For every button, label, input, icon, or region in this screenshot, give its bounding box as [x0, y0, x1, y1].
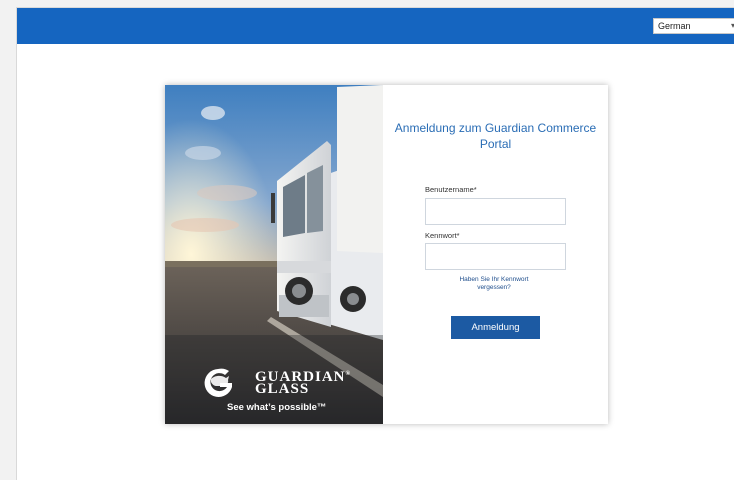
top-navigation-bar: German ▾	[17, 8, 734, 44]
forgot-password-link[interactable]: Haben Sie Ihr Kennwort vergessen?	[445, 276, 543, 292]
login-button[interactable]: Anmeldung	[451, 316, 540, 339]
language-select[interactable]: German ▾	[653, 18, 734, 34]
username-label: Benutzername*	[425, 185, 477, 194]
guardian-glass-brand: GUARDIAN® GLASS See what’s possible™	[191, 367, 381, 417]
username-input[interactable]	[425, 198, 566, 225]
login-card: GUARDIAN® GLASS See what’s possible™ Anm…	[165, 85, 608, 424]
login-form: Anmeldung zum Guardian Commerce Portal B…	[383, 85, 608, 424]
page-frame: German ▾ GUARDIAN® GLASS See what’s poss…	[16, 7, 734, 480]
login-title: Anmeldung zum Guardian Commerce Portal	[394, 121, 597, 151]
password-label: Kennwort*	[425, 231, 460, 240]
brand-name-glass: GLASS	[255, 381, 310, 397]
language-select-value: German	[658, 21, 691, 31]
guardian-g-horse-logo-icon	[204, 368, 232, 397]
hero-image: GUARDIAN® GLASS See what’s possible™	[165, 85, 383, 424]
brand-tagline: See what’s possible™	[227, 402, 327, 413]
password-input[interactable]	[425, 243, 566, 270]
